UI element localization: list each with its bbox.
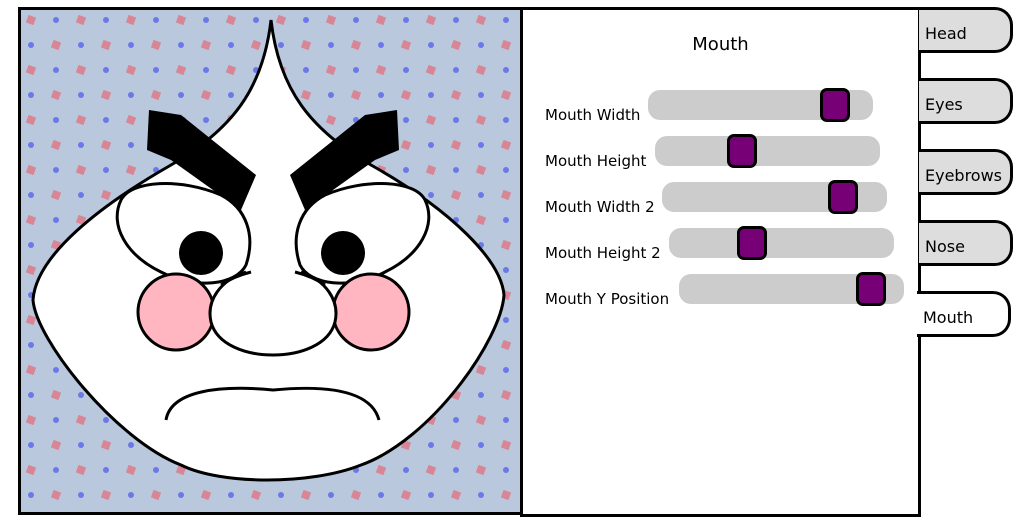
slider-thumb[interactable] [727, 134, 757, 168]
tab-mouth[interactable]: Mouth [917, 291, 1011, 337]
slider-label: Mouth Width 2 [545, 198, 655, 216]
tab-nose[interactable]: Nose [919, 220, 1013, 266]
slider-row-mouth-width-2: Mouth Width 2 [523, 180, 918, 222]
slider-label: Mouth Height 2 [545, 244, 661, 262]
slider-thumb[interactable] [737, 226, 767, 260]
slider-label: Mouth Y Position [545, 290, 670, 308]
mouth-width-slider[interactable] [648, 88, 873, 122]
slider-row-mouth-height-2: Mouth Height 2 [523, 226, 918, 268]
mouth-width-2-slider[interactable] [662, 180, 887, 214]
tab-head[interactable]: Head [919, 7, 1013, 53]
mouth-height-2-slider[interactable] [669, 226, 894, 260]
right-cheek [331, 272, 411, 352]
mouth-y-position-slider[interactable] [679, 272, 904, 306]
nose [208, 270, 338, 357]
slider-row-mouth-y-position: Mouth Y Position [523, 272, 918, 314]
right-pupil [321, 231, 365, 275]
mouth-height-slider[interactable] [655, 134, 880, 168]
slider-thumb[interactable] [828, 180, 858, 214]
left-cheek [136, 272, 216, 352]
slider-label: Mouth Width [545, 106, 641, 124]
slider-thumb[interactable] [820, 88, 850, 122]
face-maker-app: Mouth Mouth Width Mouth Height Mouth Wid… [0, 0, 1023, 524]
controls-panel: Mouth Mouth Width Mouth Height Mouth Wid… [520, 7, 921, 517]
slider-label: Mouth Height [545, 152, 647, 170]
panel-title: Mouth [692, 34, 749, 55]
slider-row-mouth-height: Mouth Height [523, 134, 918, 176]
slider-row-mouth-width: Mouth Width [523, 88, 918, 130]
tab-eyebrows[interactable]: Eyebrows [919, 149, 1013, 195]
slider-thumb[interactable] [856, 272, 886, 306]
left-pupil [179, 231, 223, 275]
face-preview [18, 7, 522, 515]
face-illustration [21, 10, 522, 512]
tab-eyes[interactable]: Eyes [919, 78, 1013, 124]
